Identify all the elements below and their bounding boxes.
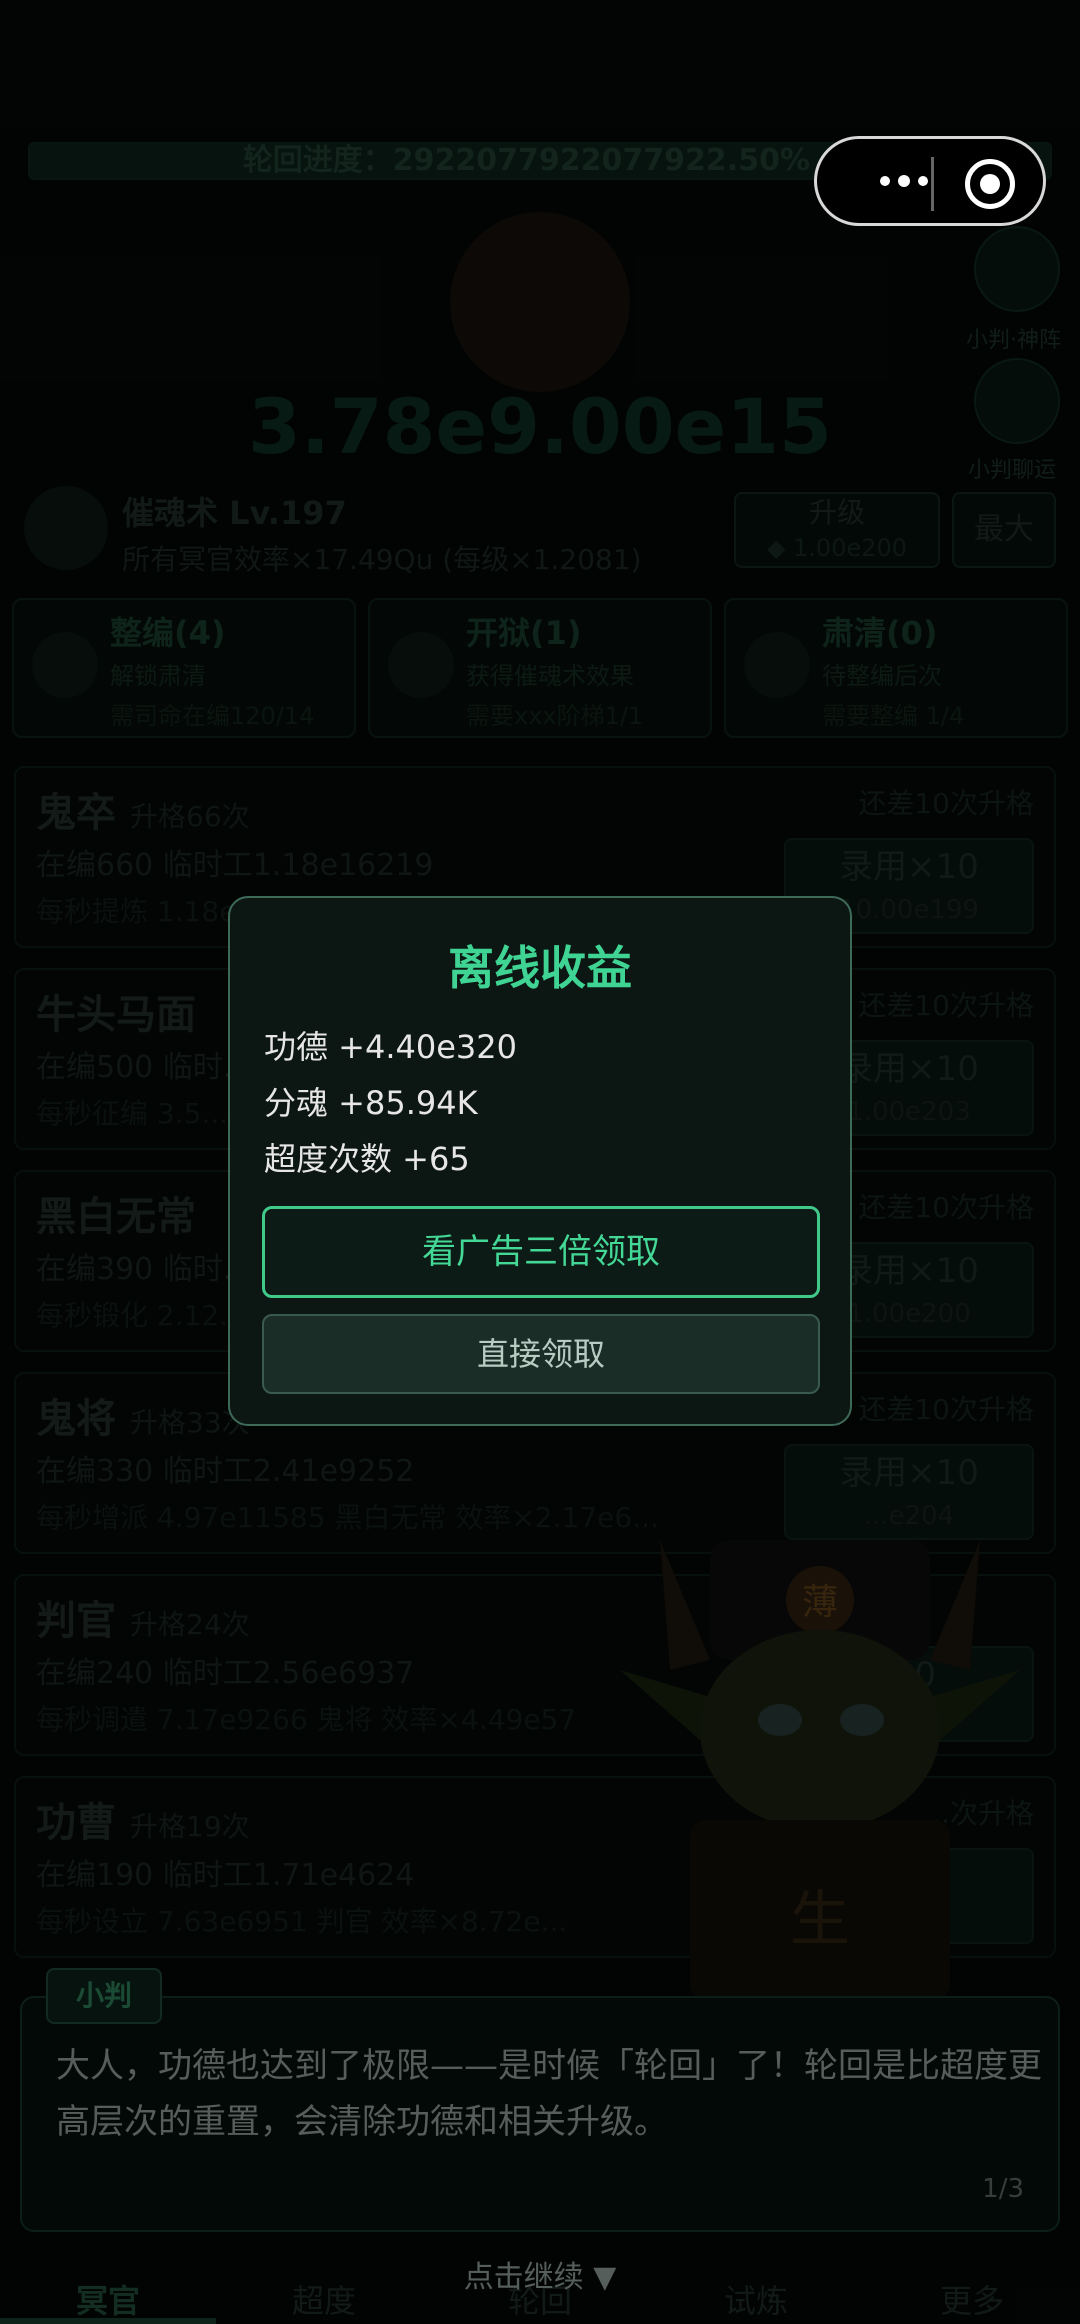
more-options-icon[interactable] <box>849 159 959 203</box>
close-miniprogram-icon[interactable] <box>965 159 1015 209</box>
watch-ad-triple-button[interactable]: 看广告三倍领取 <box>262 1206 820 1298</box>
miniprogram-capsule <box>814 136 1046 226</box>
capsule-divider <box>931 157 934 211</box>
merit-gain: 功德 +4.40e320 <box>264 1028 518 1066</box>
modal-title: 离线收益 <box>448 941 632 995</box>
claim-directly-button[interactable]: 直接领取 <box>262 1314 820 1394</box>
offline-earnings-modal: 离线收益 功德 +4.40e320 分魂 +85.94K 超度次数 +65 看广… <box>228 896 852 1426</box>
salvation-count-gain: 超度次数 +65 <box>264 1140 470 1178</box>
soul-gain: 分魂 +85.94K <box>264 1084 478 1122</box>
